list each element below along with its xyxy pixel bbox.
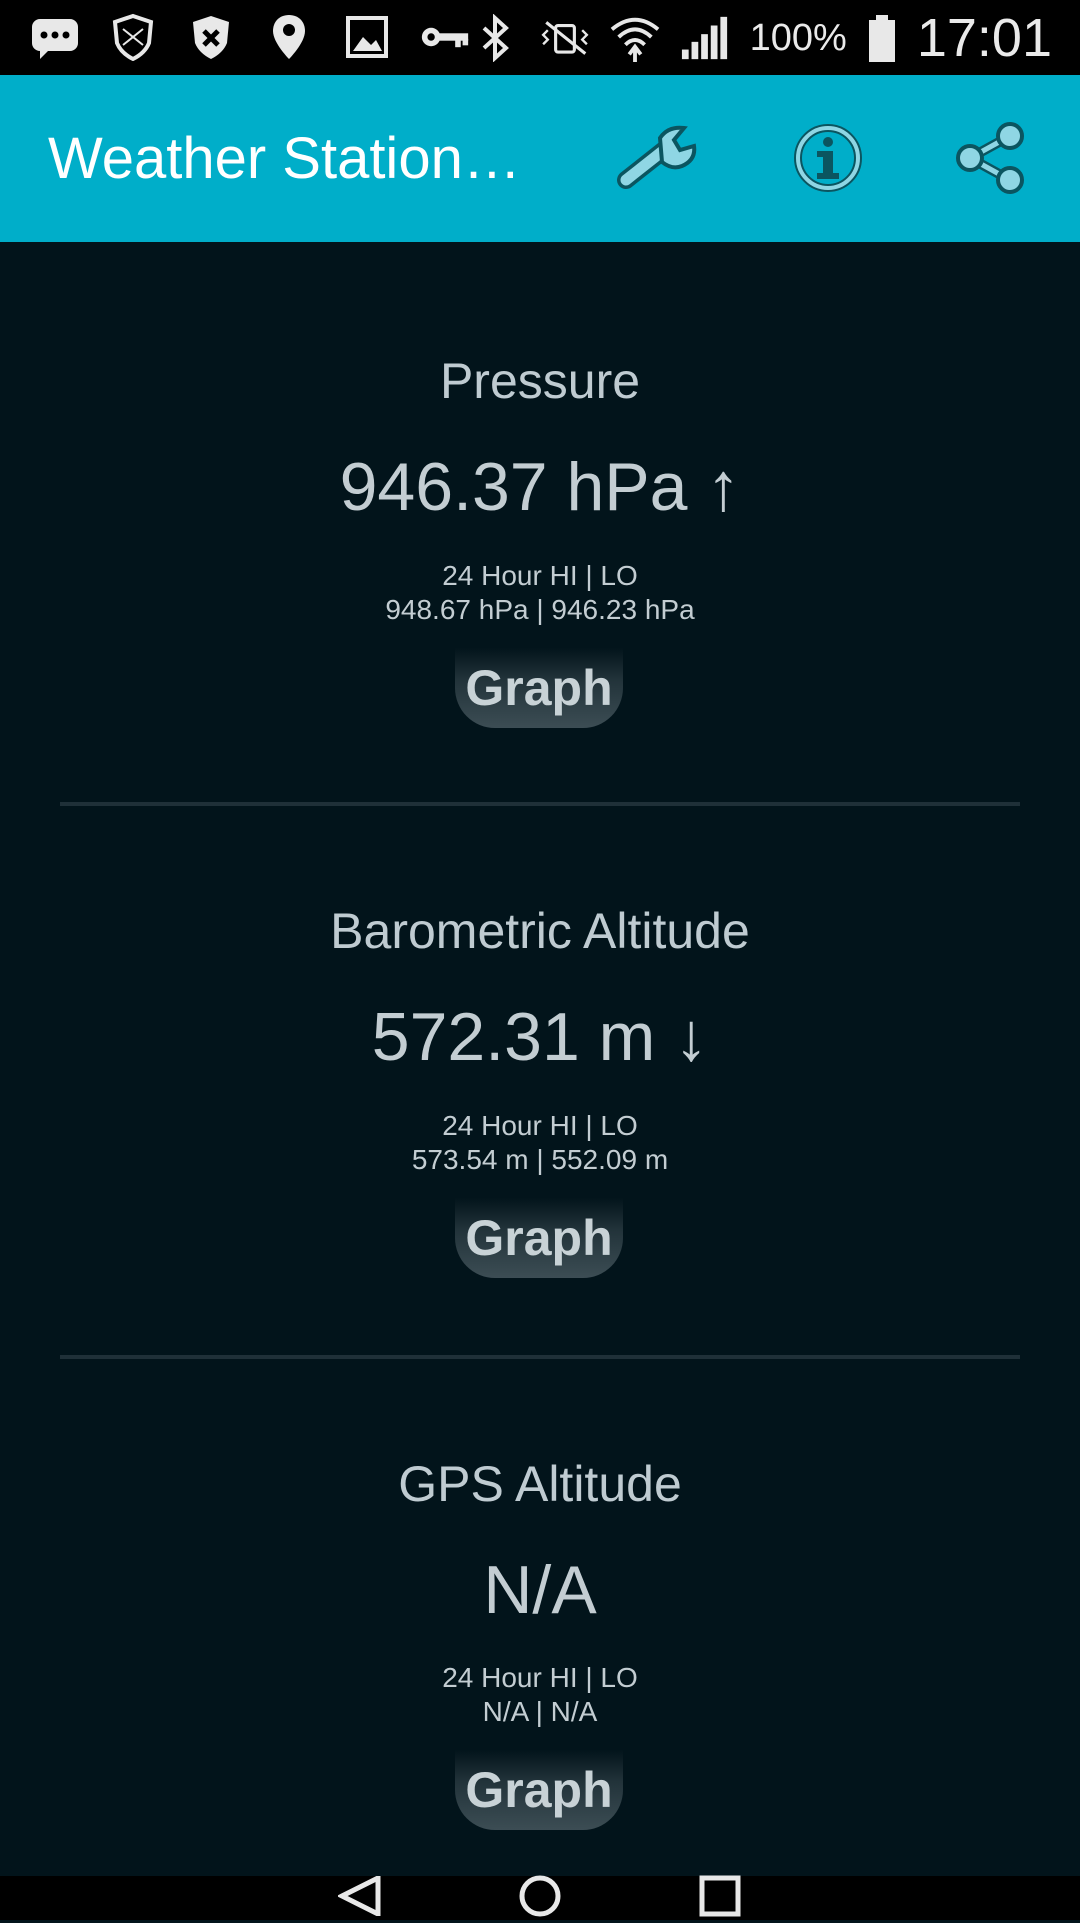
back-button[interactable] xyxy=(330,1873,390,1921)
hilo-values: 573.54 m | 552.09 m xyxy=(411,1144,669,1175)
info-button[interactable] xyxy=(783,115,873,205)
hilo-label: 24 Hour HI | LO xyxy=(442,1110,638,1141)
pressure-card: Pressure 946.37 hPa ↑ 24 Hour HI | LO 94… xyxy=(0,242,1080,802)
graph-button[interactable]: Graph xyxy=(455,648,623,728)
recents-button[interactable] xyxy=(690,1875,750,1922)
card-title: GPS Altitude xyxy=(398,1456,682,1512)
wrench-icon xyxy=(616,124,706,197)
graph-button[interactable]: Graph xyxy=(455,1750,623,1830)
card-value: N/A xyxy=(483,1552,597,1628)
hilo-values: N/A | N/A xyxy=(482,1696,598,1727)
vibrate-off-icon xyxy=(540,13,590,63)
app-bar: Weather Station… xyxy=(0,75,1080,242)
hilo-label: 24 Hour HI | LO xyxy=(442,1662,638,1693)
shield-outline-icon xyxy=(108,12,158,62)
card-value: 572.31 m ↓ xyxy=(371,999,709,1075)
graph-button[interactable]: Graph xyxy=(455,1198,623,1278)
status-bar-left xyxy=(30,12,470,62)
recents-icon xyxy=(699,1875,741,1922)
chat-bubble-icon xyxy=(30,12,80,62)
hilo-label: 24 Hour HI | LO xyxy=(442,560,638,591)
share-button[interactable] xyxy=(945,115,1035,205)
battery-percent: 100% xyxy=(749,16,847,59)
home-button[interactable] xyxy=(510,1874,570,1923)
back-icon xyxy=(336,1873,382,1921)
info-icon xyxy=(793,123,863,198)
clock: 17:01 xyxy=(916,8,1052,68)
image-icon xyxy=(342,12,392,62)
key-icon xyxy=(420,12,470,62)
gps-altitude-card: GPS Altitude N/A 24 Hour HI | LO N/A | N… xyxy=(0,1359,1080,1876)
card-value: 946.37 hPa ↑ xyxy=(339,449,741,525)
battery-icon xyxy=(867,13,897,63)
status-bar: 100% 17:01 xyxy=(0,0,1080,75)
settings-button[interactable] xyxy=(616,115,706,205)
share-icon xyxy=(952,120,1028,201)
bluetooth-icon xyxy=(470,13,520,63)
location-pin-icon xyxy=(264,12,314,62)
app-title: Weather Station… xyxy=(48,126,521,191)
barometric-altitude-card: Barometric Altitude 572.31 m ↓ 24 Hour H… xyxy=(0,806,1080,1356)
hilo-values: 948.67 hPa | 946.23 hPa xyxy=(385,594,695,625)
signal-icon xyxy=(680,13,730,63)
card-title: Pressure xyxy=(439,353,641,409)
navigation-bar xyxy=(0,1873,1080,1923)
card-title: Barometric Altitude xyxy=(330,903,750,959)
status-bar-right: 100% 17:01 xyxy=(470,8,1052,68)
wifi-icon xyxy=(610,13,660,63)
shield-x-icon xyxy=(186,12,236,62)
home-icon xyxy=(518,1874,562,1923)
